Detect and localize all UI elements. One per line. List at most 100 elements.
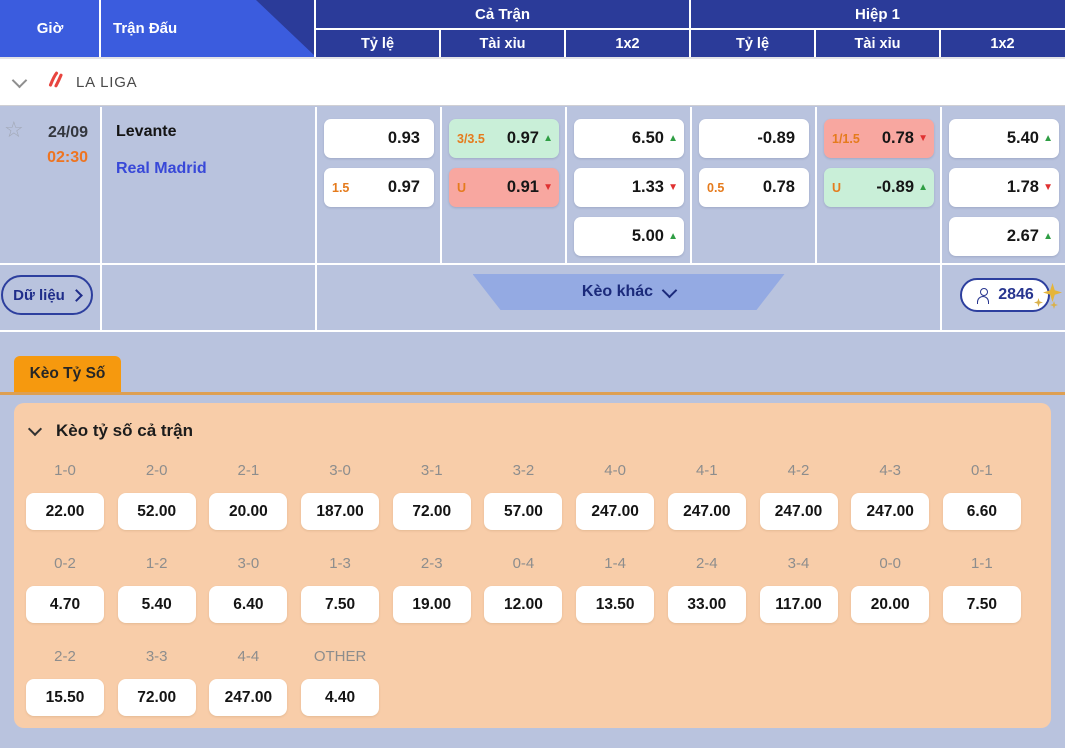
odds-table-header: Giờ Trận Đấu Cả Trận Hiệp 1 Tỷ lệ Tài xỉ…	[0, 0, 1065, 57]
odds-value: -0.89	[757, 129, 795, 148]
score-odds-button[interactable]: 72.00	[393, 493, 471, 530]
score-odds-button[interactable]: 247.00	[851, 493, 929, 530]
score-odds-button[interactable]: 72.00	[118, 679, 196, 716]
score-label: 0-1	[943, 460, 1021, 482]
match-row: ☆ 24/09 02:30 Levante Real Madrid 0.93 1.…	[0, 107, 1065, 265]
column-header-time[interactable]: Giờ	[0, 0, 100, 57]
viewers-count: 2846	[998, 286, 1034, 304]
score-odds-button[interactable]: 52.00	[118, 493, 196, 530]
odds-box[interactable]: 1.33▼	[574, 168, 684, 207]
away-team-name: Real Madrid	[116, 160, 315, 178]
odds-rows: ☆ 24/09 02:30 Levante Real Madrid 0.93 1.…	[0, 107, 1065, 332]
score-cell: 4-0247.00	[576, 460, 654, 530]
trend-up-icon: ▲	[539, 134, 553, 144]
score-odds-button[interactable]: 57.00	[484, 493, 562, 530]
h1-1x2-odds-column: 5.40▲ 1.78▼ 2.67▲	[940, 107, 1065, 263]
score-odds-button[interactable]: 22.00	[26, 493, 104, 530]
h1-handicap-odds-column: -0.89 0.5 0.78	[690, 107, 815, 263]
score-cell: 3-0 6.40	[209, 553, 287, 623]
score-odds-button[interactable]: 247.00	[576, 493, 654, 530]
score-odds-button[interactable]: 5.40	[118, 586, 196, 623]
score-odds-button[interactable]: 7.50	[301, 586, 379, 623]
trend-down-icon: ▼	[1039, 183, 1053, 193]
match-teams-cell[interactable]: Levante Real Madrid	[100, 107, 315, 263]
match-time: 02:30	[47, 149, 88, 167]
match-time-cell: ☆ 24/09 02:30	[0, 107, 100, 263]
score-cell: OTHER 4.40	[301, 646, 379, 716]
more-odds-button[interactable]: Kèo khác	[473, 274, 785, 310]
score-odds-button[interactable]: 247.00	[209, 679, 287, 716]
score-odds-button[interactable]: 13.50	[576, 586, 654, 623]
score-odds-button[interactable]: 33.00	[668, 586, 746, 623]
odds-box[interactable]: 3/3.50.97▲	[449, 119, 559, 158]
score-odds-button[interactable]: 187.00	[301, 493, 379, 530]
odds-value: 0.97	[388, 178, 420, 197]
tab-tran-dau[interactable]: Trận Đấu	[100, 0, 253, 57]
score-odds-row: 1-022.002-052.002-120.003-0187.003-172.0…	[26, 460, 1021, 530]
score-odds-button[interactable]: 15.50	[26, 679, 104, 716]
odds-box[interactable]: 5.00▲	[574, 217, 684, 256]
score-label: 1-0	[26, 460, 104, 482]
odds-box[interactable]: U-0.89▲	[824, 168, 934, 207]
trend-up-icon: ▲	[1039, 134, 1053, 144]
viewers-badge[interactable]: 2846	[960, 278, 1050, 312]
score-odds-button[interactable]: 20.00	[209, 493, 287, 530]
match-date: 24/09	[47, 124, 88, 142]
handicap-label: 1/1.5	[832, 132, 860, 146]
odds-box[interactable]: 1.78▼	[949, 168, 1059, 207]
viewers-icon	[976, 288, 991, 303]
odds-value: 1.78	[1007, 178, 1039, 197]
score-odds-button[interactable]: 117.00	[760, 586, 838, 623]
score-label: 1-2	[118, 553, 196, 575]
favorite-star-icon[interactable]: ☆	[4, 119, 24, 141]
score-label: 4-4	[209, 646, 287, 668]
handicap-label: 0.5	[707, 181, 724, 195]
league-collapse-chevron-icon[interactable]	[12, 72, 28, 88]
more-odds-label: Kèo khác	[582, 283, 653, 301]
score-label: 0-0	[851, 553, 929, 575]
odds-value: 6.50	[632, 129, 664, 148]
tab-correct-score[interactable]: Kèo Tỷ Số	[14, 356, 121, 392]
score-cell: 1-2 5.40	[118, 553, 196, 623]
panel-collapse-chevron-icon[interactable]	[28, 422, 42, 436]
odds-box[interactable]: 6.50▲	[574, 119, 684, 158]
score-odds-button[interactable]: 6.40	[209, 586, 287, 623]
score-odds-button[interactable]: 12.00	[484, 586, 562, 623]
data-button-label: Dữ liệu	[13, 287, 65, 304]
score-label: 1-4	[576, 553, 654, 575]
handicap-label: U	[832, 181, 841, 195]
league-header-row: LA LIGA	[0, 57, 1065, 106]
odds-box[interactable]: 0.93	[324, 119, 434, 158]
league-name: LA LIGA	[76, 74, 137, 91]
tab-underline	[0, 392, 1065, 395]
score-label: 3-4	[760, 553, 838, 575]
score-label: OTHER	[301, 646, 379, 668]
score-odds-button[interactable]: 20.00	[851, 586, 929, 623]
odds-box[interactable]: 1/1.50.78▼	[824, 119, 934, 158]
odds-box[interactable]: 1.50.97	[324, 168, 434, 207]
score-cell: 2-120.00	[209, 460, 287, 530]
odds-value: 0.93	[388, 129, 420, 148]
odds-box[interactable]: -0.89	[699, 119, 809, 158]
score-odds-button[interactable]: 4.70	[26, 586, 104, 623]
score-odds-button[interactable]: 19.00	[393, 586, 471, 623]
score-odds-button[interactable]: 247.00	[760, 493, 838, 530]
score-cell: 2-052.00	[118, 460, 196, 530]
score-odds-button[interactable]: 247.00	[668, 493, 746, 530]
score-cell: 4-3247.00	[851, 460, 929, 530]
score-label: 3-0	[209, 553, 287, 575]
data-button[interactable]: Dữ liệu	[1, 275, 93, 315]
odds-box[interactable]: 2.67▲	[949, 217, 1059, 256]
odds-box[interactable]: 0.5 0.78	[699, 168, 809, 207]
correct-score-panel: Kèo tỷ số cả trận 1-022.002-052.002-120.…	[14, 403, 1051, 728]
data-button-cell: Dữ liệu	[0, 265, 100, 330]
odds-value: 5.40	[1007, 129, 1039, 148]
odds-box[interactable]: 5.40▲	[949, 119, 1059, 158]
score-odds-button[interactable]: 7.50	[943, 586, 1021, 623]
ft-1x2-odds-column: 6.50▲ 1.33▼ 5.00▲	[565, 107, 690, 263]
odds-value: 0.78	[763, 178, 795, 197]
odds-box[interactable]: U0.91▼	[449, 168, 559, 207]
trend-down-icon: ▼	[914, 134, 928, 144]
score-odds-button[interactable]: 4.40	[301, 679, 379, 716]
score-odds-button[interactable]: 6.60	[943, 493, 1021, 530]
